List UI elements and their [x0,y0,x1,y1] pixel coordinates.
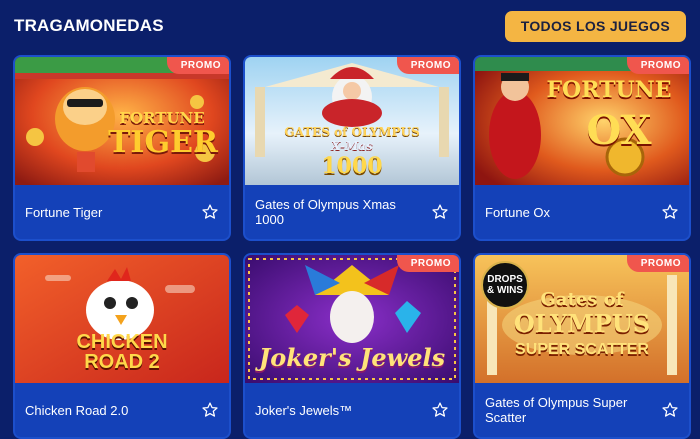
card-footer: Chicken Road 2.0 [15,383,229,437]
all-games-button[interactable]: TODOS LOS JUEGOS [504,10,686,42]
promo-badge: PROMO [166,57,229,74]
art-title-line-1: FORTUNE [546,77,672,103]
promo-badge: PROMO [626,57,689,74]
promo-badge: PROMO [396,255,459,272]
art-title-line-1: Gates of [540,289,624,310]
game-card-jokers-jewels[interactable]: Joker's Jewels PROMO Joker's Jewels™ [243,253,461,439]
card-footer: Fortune Tiger [15,185,229,239]
card-footer: Gates of Olympus Super Scatter [475,383,689,437]
art-title-line-2: X-Mas [331,139,373,153]
art-title-line-2: OLYMPUS [513,309,651,338]
star-outline-icon[interactable] [201,203,219,221]
art-title-line-2: TIGER [108,125,218,160]
star-outline-icon[interactable] [431,401,449,419]
card-footer: Gates of Olympus Xmas 1000 [245,185,459,239]
game-title[interactable]: Gates of Olympus Super Scatter [485,395,645,425]
art-title-line-3: SUPER SCATTER [515,341,649,358]
art-title-line-3: 1000 [321,153,383,179]
art-title-line-1: Joker's Jewels [258,343,446,372]
star-outline-icon[interactable] [431,203,449,221]
game-title[interactable]: Fortune Ox [485,205,550,220]
card-footer: Fortune Ox [475,185,689,239]
games-grid: FORTUNE TIGER PROMO Fortune Tiger GATES … [13,55,691,439]
game-card-fortune-tiger[interactable]: FORTUNE TIGER PROMO Fortune Tiger [13,55,231,241]
promo-badge: PROMO [396,57,459,74]
game-card-gates-olympus-super-scatter[interactable]: DROPS & WINS Gates of OLYMPUS SUPER SCAT… [473,253,691,439]
game-thumbnail[interactable]: FORTUNE TIGER PROMO [15,57,229,185]
game-thumbnail[interactable]: CHICKEN ROAD 2 [15,255,229,383]
section-title: TRAGAMONEDAS [14,16,164,35]
card-footer: Joker's Jewels™ [245,383,459,437]
game-thumbnail[interactable]: FORTUNE OX PROMO [475,57,689,185]
game-card-gates-olympus-xmas[interactable]: GATES of OLYMPUS X-Mas 1000 PROMO Gates … [243,55,461,241]
art-title-line-2: OX [586,107,652,154]
game-thumbnail[interactable]: GATES of OLYMPUS X-Mas 1000 PROMO [245,57,459,185]
promo-badge: PROMO [626,255,689,272]
game-title[interactable]: Joker's Jewels™ [255,403,352,418]
star-outline-icon[interactable] [661,203,679,221]
game-title[interactable]: Gates of Olympus Xmas 1000 [255,197,415,227]
star-outline-icon[interactable] [661,401,679,419]
section-header: TRAGAMONEDAS TODOS LOS JUEGOS [14,10,686,42]
game-title[interactable]: Fortune Tiger [25,205,102,220]
game-card-fortune-ox[interactable]: FORTUNE OX PROMO Fortune Ox [473,55,691,241]
art-title-line-2: ROAD 2 [84,351,160,373]
art-title-line-1: GATES of OLYMPUS [284,125,420,139]
game-thumbnail[interactable]: DROPS & WINS Gates of OLYMPUS SUPER SCAT… [475,255,689,383]
game-card-chicken-road[interactable]: CHICKEN ROAD 2 Chicken Road 2.0 [13,253,231,439]
star-outline-icon[interactable] [201,401,219,419]
game-thumbnail[interactable]: Joker's Jewels PROMO [245,255,459,383]
game-title[interactable]: Chicken Road 2.0 [25,403,128,418]
